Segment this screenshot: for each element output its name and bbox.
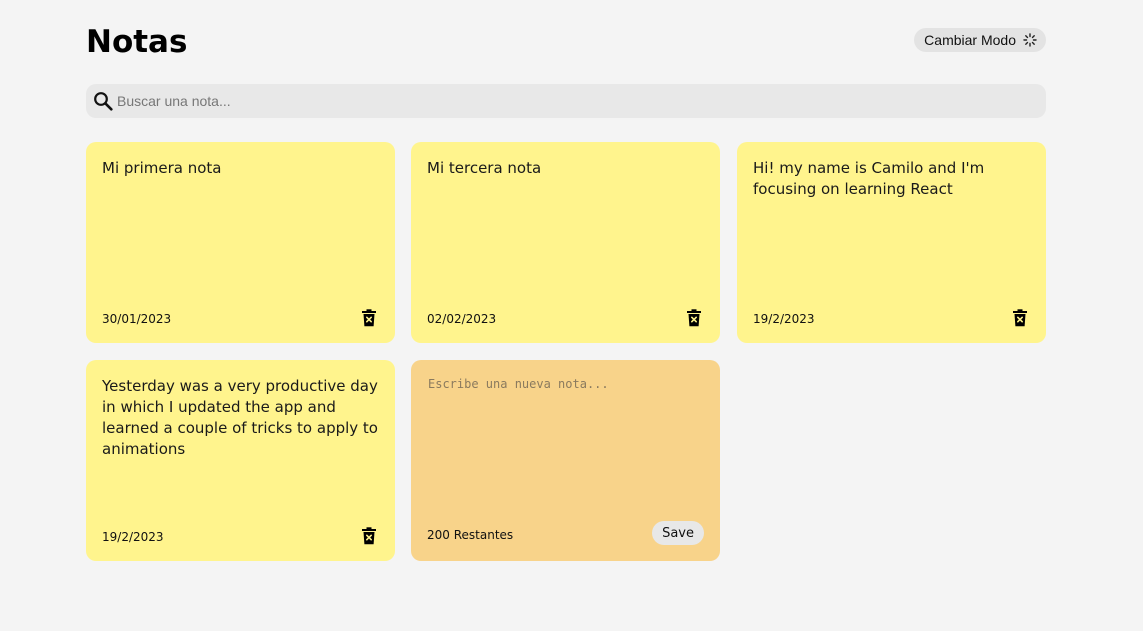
note-date: 02/02/2023	[427, 312, 497, 326]
trash-icon[interactable]	[361, 527, 377, 545]
trash-icon[interactable]	[1012, 309, 1028, 327]
note-date: 30/01/2023	[102, 312, 172, 326]
new-note-card: 200 Restantes Save	[411, 360, 720, 561]
search-input[interactable]	[117, 84, 1017, 118]
toggle-mode-label: Cambiar Modo	[924, 32, 1016, 48]
note-card: Mi primera nota 30/01/2023	[86, 142, 395, 343]
new-note-textarea[interactable]	[428, 377, 704, 507]
note-text: Mi primera nota	[102, 159, 222, 177]
note-text: Hi! my name is Camilo and I'm focusing o…	[753, 159, 985, 198]
note-card: Mi tercera nota 02/02/2023	[411, 142, 720, 343]
note-date: 19/2/2023	[753, 312, 815, 326]
search-bar	[86, 84, 1046, 118]
toggle-mode-button[interactable]: Cambiar Modo	[914, 28, 1046, 52]
search-icon	[94, 92, 113, 111]
header: Notas Cambiar Modo	[86, 24, 1046, 64]
save-button[interactable]: Save	[652, 521, 704, 545]
note-card: Yesterday was a very productive day in w…	[86, 360, 395, 561]
note-date: 19/2/2023	[102, 530, 164, 544]
note-text: Mi tercera nota	[427, 159, 542, 177]
trash-icon[interactable]	[686, 309, 702, 327]
note-card: Hi! my name is Camilo and I'm focusing o…	[737, 142, 1046, 343]
remaining-counter: 200 Restantes	[427, 528, 514, 542]
trash-icon[interactable]	[361, 309, 377, 327]
note-text: Yesterday was a very productive day in w…	[102, 377, 378, 458]
spinner-icon	[1023, 33, 1037, 47]
page-title: Notas	[86, 24, 188, 60]
